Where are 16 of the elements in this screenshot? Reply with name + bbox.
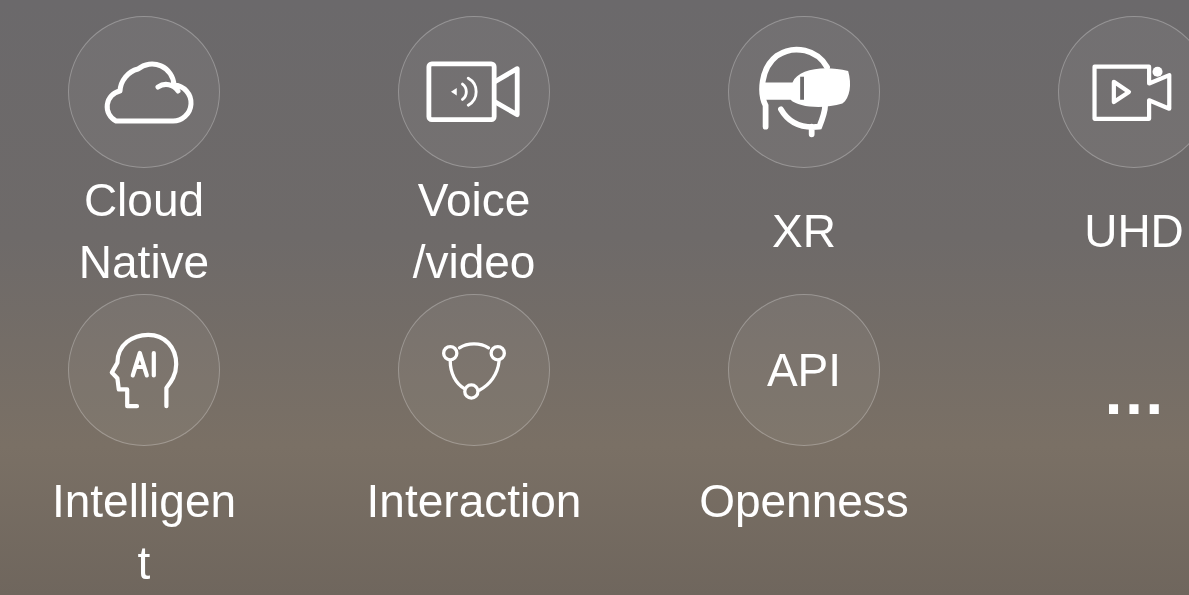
- feature-label: Openness: [699, 474, 909, 529]
- feature-label: Voice: [417, 173, 531, 228]
- feature-label: Interaction: [366, 474, 582, 529]
- feature-label: Native: [78, 235, 210, 290]
- connected-nodes-icon: [441, 340, 507, 400]
- feature-label: UHD: [1084, 204, 1184, 259]
- ai-head-icon: [109, 331, 179, 409]
- feature-label: Intelligen: [51, 474, 237, 529]
- more-button[interactable]: …: [1102, 360, 1166, 424]
- circle-text: API: [766, 347, 842, 393]
- feature-label: t: [137, 536, 151, 591]
- video-camera-icon: [426, 61, 522, 123]
- vr-headset-icon: [756, 45, 852, 139]
- feature-label: Cloud: [83, 173, 205, 228]
- feature-label: /video: [412, 235, 536, 290]
- feature-label: XR: [772, 204, 836, 259]
